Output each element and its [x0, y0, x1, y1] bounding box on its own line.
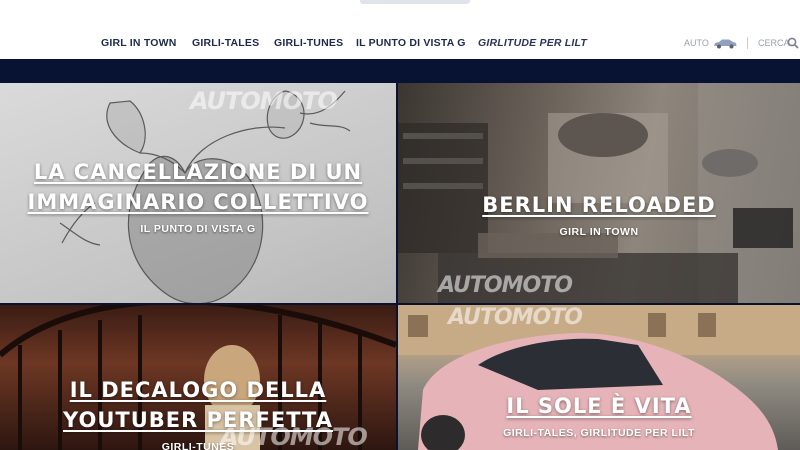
- tile-title-line[interactable]: IL DECALOGO DELLA: [0, 375, 396, 405]
- nav-item-il-punto-di-vista-g[interactable]: IL PUNTO DI VISTA G: [356, 37, 466, 49]
- tile-title-line[interactable]: IMMAGINARIO COLLETTIVO: [0, 187, 396, 217]
- tile-title-line[interactable]: LA CANCELLAZIONE DI UN: [0, 157, 396, 187]
- nav-item-girli-tunes[interactable]: GIRLI-TUNES: [274, 37, 343, 49]
- dark-banner-bar: [0, 59, 800, 83]
- nav-item-girlitude-per-lilt[interactable]: GIRLITUDE PER LILT: [478, 37, 587, 49]
- top-strip: [0, 0, 800, 27]
- tile-title-line[interactable]: IL SOLE È VITA: [398, 391, 800, 421]
- watermark-text: AUTOMOTO: [190, 87, 338, 115]
- watermark-text: AUTOMOTO: [448, 305, 583, 330]
- tile-category[interactable]: GIRLI-TALES, GIRLITUDE PER LILT: [398, 427, 800, 439]
- tile-category[interactable]: IL PUNTO DI VISTA G: [0, 223, 396, 235]
- nav-item-girli-tales[interactable]: GIRLI-TALES: [192, 37, 259, 49]
- header-tagline-fragment: [360, 0, 470, 4]
- watermark-text: AUTOMOTO: [438, 273, 573, 298]
- tile-title-line[interactable]: BERLIN RELOADED: [398, 190, 800, 220]
- main-nav: GIRL IN TOWN GIRLI-TALES GIRLI-TUNES IL …: [0, 26, 800, 60]
- article-tile-il-sole-e-vita[interactable]: AUTOMOTO IL SOLE È VITA GIRLI-TALES, GIR…: [398, 305, 800, 450]
- nav-item-girl-in-town[interactable]: GIRL IN TOWN: [101, 37, 177, 49]
- tile-caption: BERLIN RELOADED GIRL IN TOWN: [398, 190, 800, 238]
- article-tile-cancellazione[interactable]: AUTOMOTO LA CANCELLAZIONE DI UN IMMAGINA…: [0, 83, 396, 303]
- article-grid: AUTOMOTO LA CANCELLAZIONE DI UN IMMAGINA…: [0, 83, 800, 450]
- car-icon[interactable]: [712, 38, 738, 49]
- tile-caption: IL SOLE È VITA GIRLI-TALES, GIRLITUDE PE…: [398, 391, 800, 439]
- tile-caption: LA CANCELLAZIONE DI UN IMMAGINARIO COLLE…: [0, 157, 396, 235]
- tile-category[interactable]: GIRL IN TOWN: [398, 226, 800, 238]
- article-tile-decalogo-youtuber[interactable]: IL DECALOGO DELLA YOUTUBER PERFETTA GIRL…: [0, 305, 396, 450]
- auto-link-label[interactable]: AUTO: [684, 38, 709, 48]
- nav-separator: [747, 37, 748, 49]
- search-link-label[interactable]: CERCA: [758, 38, 790, 48]
- watermark-text: AUTOMOTO: [220, 423, 368, 450]
- article-tile-berlin-reloaded[interactable]: AUTOMOTO BERLIN RELOADED GIRL IN TOWN: [398, 83, 800, 303]
- search-icon[interactable]: [787, 37, 799, 49]
